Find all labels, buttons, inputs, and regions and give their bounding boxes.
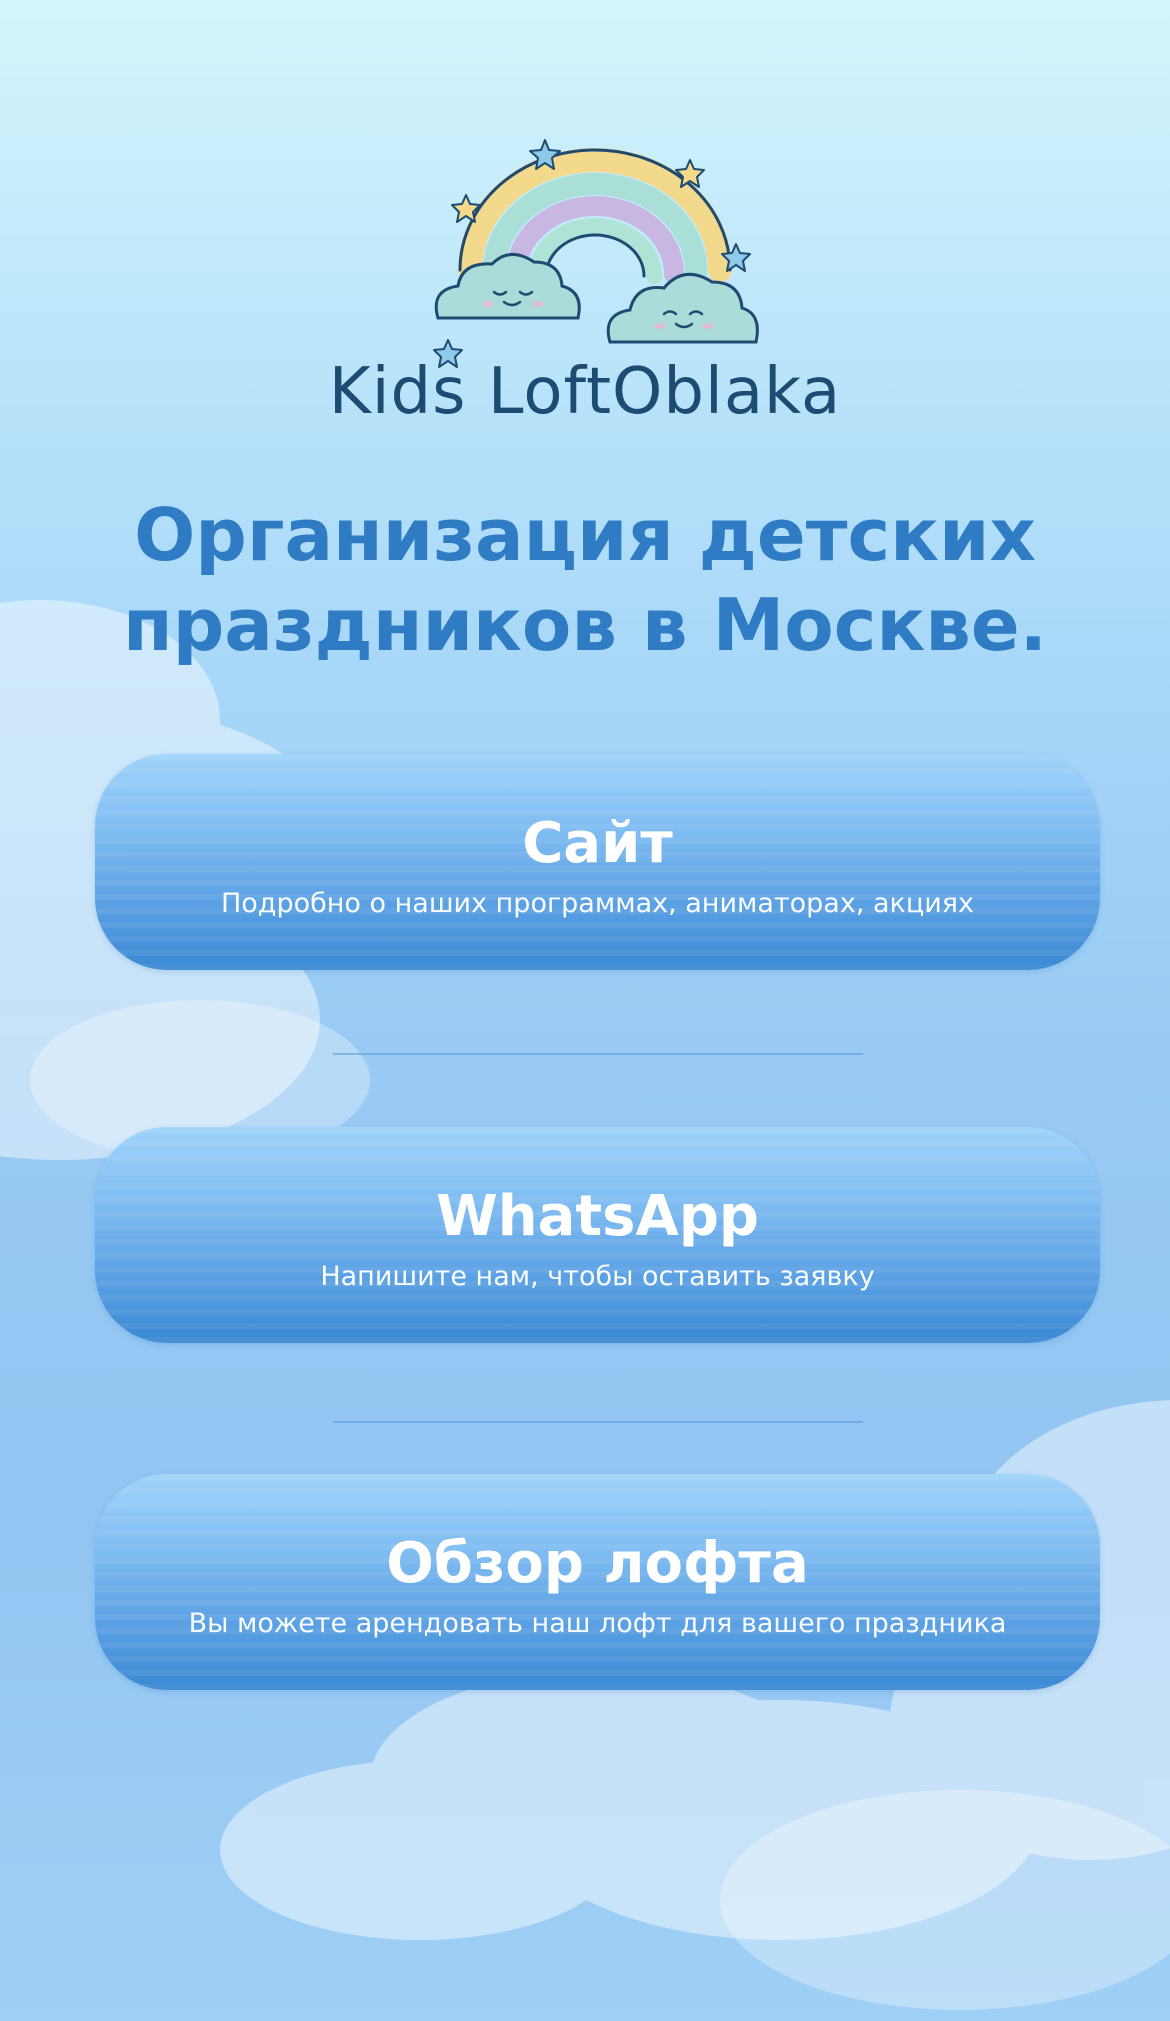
website-button[interactable]: Сайт Подробно о наших программах, анимат… [95,754,1100,970]
whatsapp-button-title: WhatsApp [435,1184,760,1249]
whatsapp-button-subtitle: Напишите нам, чтобы оставить заявку [320,1261,875,1292]
loft-review-button-subtitle: Вы можете арендовать наш лофт для вашего… [188,1608,1007,1639]
divider [333,1053,863,1055]
whatsapp-button[interactable]: WhatsApp Напишите нам, чтобы оставить за… [95,1127,1100,1343]
loft-review-button[interactable]: Обзор лофта Вы можете арендовать наш лоф… [95,1474,1100,1690]
website-button-title: Сайт [522,811,673,876]
cloud-icon [434,253,581,320]
website-button-subtitle: Подробно о наших программах, аниматорах,… [220,888,974,919]
loft-review-button-title: Обзор лофта [386,1531,809,1596]
headline-line-1: Организация детских [134,493,1036,577]
brand-name: Kids LoftOblaka [328,355,842,429]
divider [333,1421,863,1423]
page-headline: Организация детских праздников в Москве. [60,490,1110,670]
headline-line-2: праздников в Москве. [122,583,1048,667]
cloud-icon [606,272,759,344]
